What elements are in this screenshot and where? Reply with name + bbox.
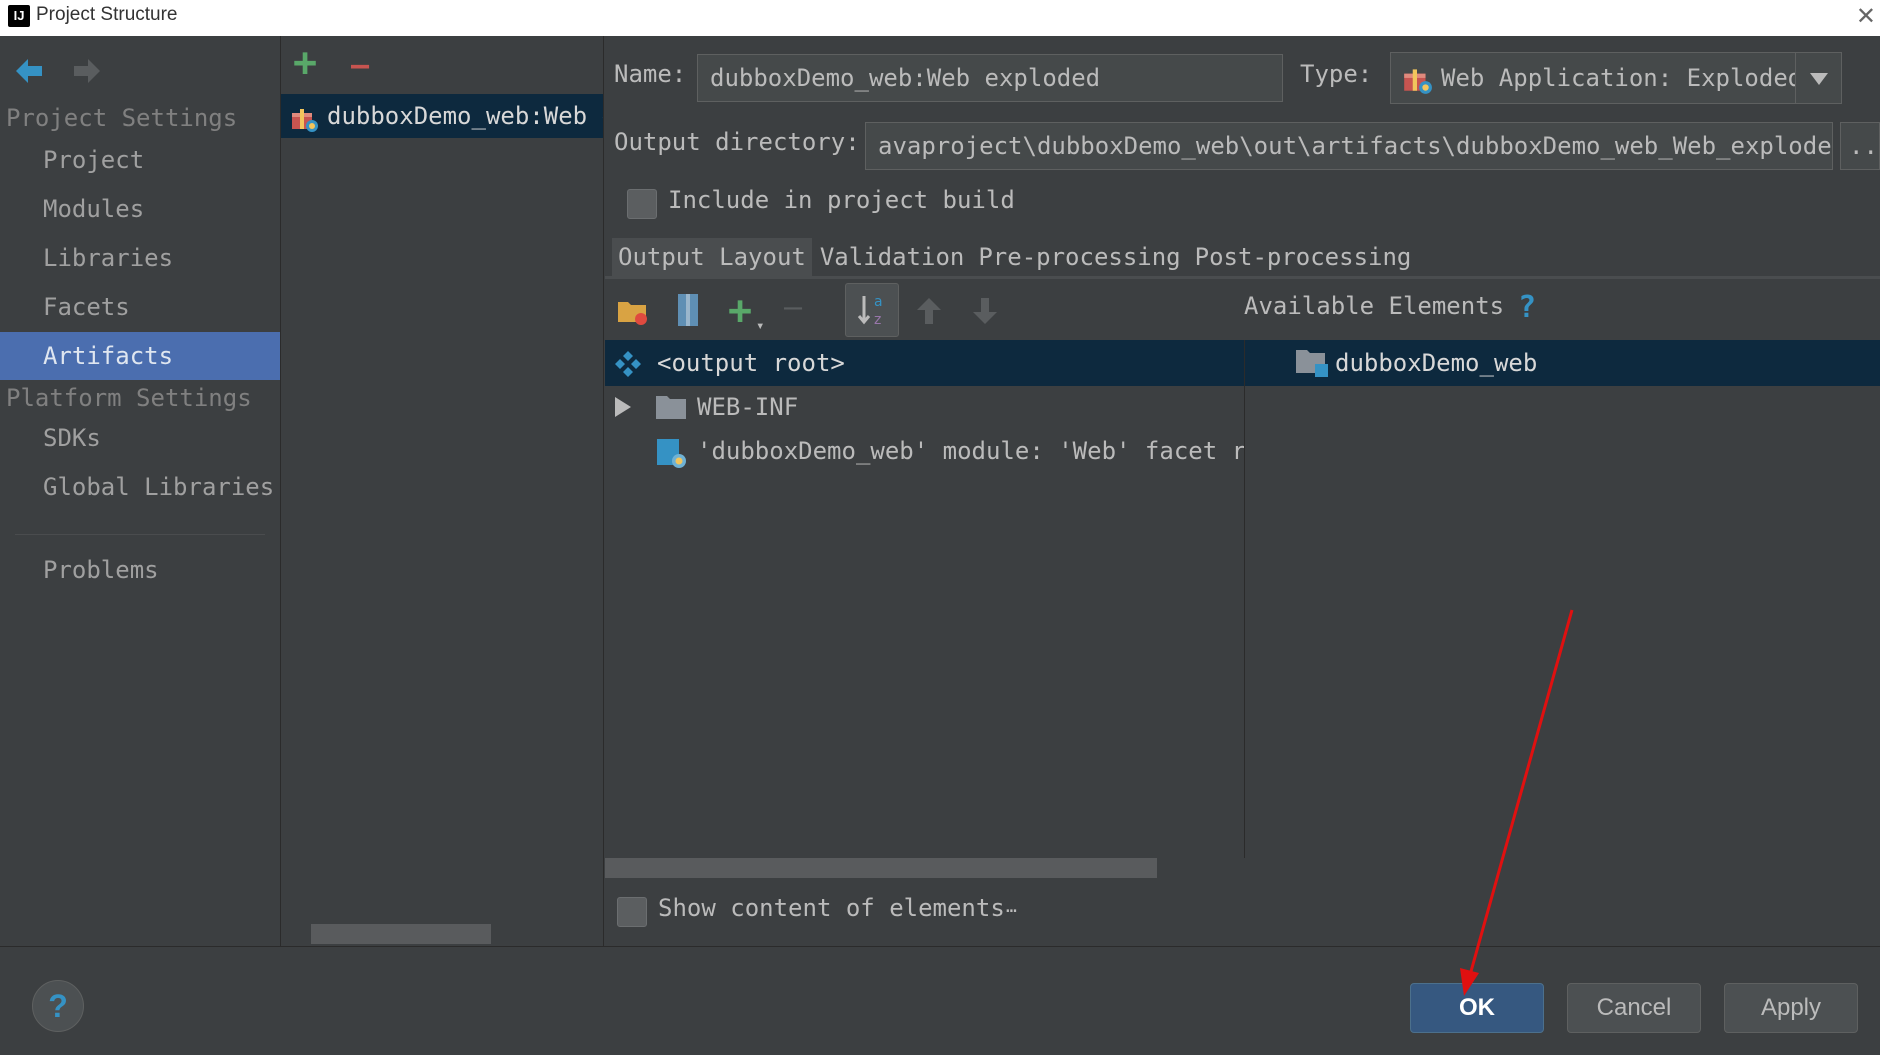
annotation-arrow bbox=[1460, 609, 1574, 996]
